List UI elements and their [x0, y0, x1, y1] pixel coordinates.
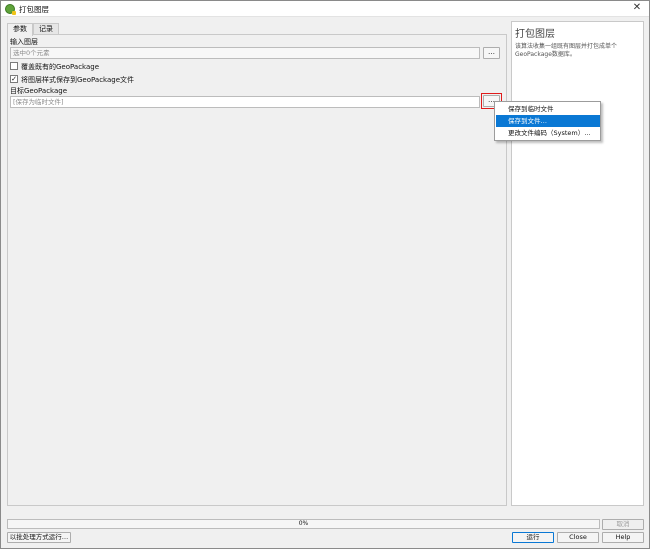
close-button[interactable]: Close [557, 532, 599, 543]
progress-label: 0% [298, 520, 309, 527]
help-panel: 打包图层 该算法收集一组既有图层并打包成单个GeoPackage数据库。 [511, 21, 644, 506]
dialog-window: 打包图层 ✕ 参数 记录 输入图层 选中0个元素 … 覆盖既有的GeoPacka… [0, 0, 650, 549]
overwrite-checkbox[interactable] [10, 62, 18, 70]
menu-item-change-encoding[interactable]: 更改文件编码（System）… [496, 127, 600, 139]
window-title: 打包图层 [19, 5, 49, 14]
help-description: 该算法收集一组既有图层并打包成单个GeoPackage数据库。 [515, 43, 618, 58]
batch-process-button[interactable]: 以批处理方式运行… [7, 532, 71, 543]
input-layers-label: 输入图层 [10, 38, 38, 46]
progress-bar: 0% [7, 519, 600, 529]
help-button[interactable]: Help [602, 532, 644, 543]
menu-item-save-temporary[interactable]: 保存到临时文件 [496, 103, 600, 115]
run-button[interactable]: 运行 [512, 532, 554, 543]
overwrite-label: 覆盖既有的GeoPackage [21, 63, 100, 71]
help-title: 打包图层 [515, 29, 555, 40]
tab-parameters[interactable]: 参数 [7, 23, 33, 36]
cancel-button[interactable]: 取消 [602, 519, 644, 530]
close-icon[interactable]: ✕ [631, 2, 643, 13]
input-layers-browse-button[interactable]: … [483, 47, 500, 59]
qgis-logo-icon [5, 4, 16, 15]
browse-dropdown-menu: 保存到临时文件 保存到文件… 更改文件编码（System）… [494, 101, 601, 141]
destination-label: 目标GeoPackage [10, 87, 68, 95]
menu-item-save-to-file[interactable]: 保存到文件… [496, 115, 600, 127]
title-bar: 打包图层 ✕ [1, 1, 649, 17]
save-styles-label: 将图层样式保存到GeoPackage文件 [21, 76, 135, 84]
input-layers-field[interactable]: 选中0个元素 [10, 47, 480, 59]
checkmark-icon: ✓ [11, 75, 17, 83]
save-styles-checkbox[interactable]: ✓ [10, 75, 18, 83]
destination-field[interactable]: [保存为临时文件] [10, 96, 480, 108]
